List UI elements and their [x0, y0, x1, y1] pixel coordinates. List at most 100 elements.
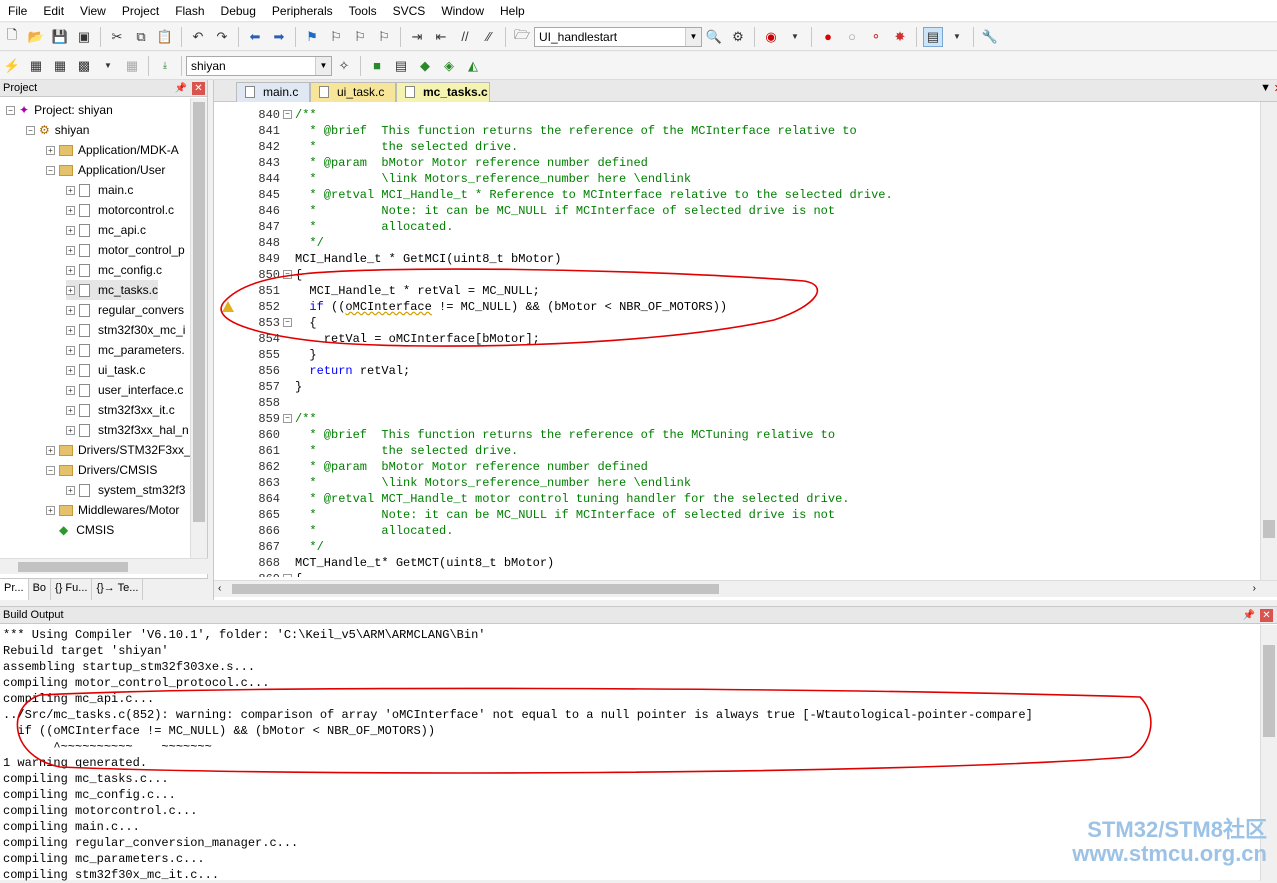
panel-tab-3[interactable]: {}→ Te... [92, 579, 144, 600]
panel-tab-2[interactable]: {} Fu... [51, 579, 93, 600]
tree-file[interactable]: + regular_convers [66, 300, 184, 320]
nav-back-icon[interactable]: ⬅ [245, 27, 265, 47]
scroll-left-icon[interactable]: ‹ [218, 583, 221, 594]
tree-file[interactable]: + mc_config.c [66, 260, 162, 280]
expand-icon[interactable]: + [46, 145, 55, 155]
menu-item-file[interactable]: File [0, 0, 35, 22]
expand-icon[interactable]: + [66, 305, 75, 315]
menu-item-project[interactable]: Project [114, 0, 167, 22]
tree-folder[interactable]: + Drivers/STM32F3xx_ [46, 440, 190, 460]
tab-mc_tasks-c[interactable]: mc_tasks.c [396, 82, 490, 102]
fold-marker-icon[interactable]: − [283, 110, 292, 119]
vertical-scrollbar[interactable] [190, 98, 207, 558]
pack-installer-icon[interactable]: ◈ [439, 56, 459, 76]
collapse-icon[interactable]: − [46, 165, 55, 175]
kill-breakpoints-icon[interactable]: ✸ [890, 27, 910, 47]
debug-session-icon[interactable]: ◉ [761, 27, 781, 47]
chevron-down-icon[interactable]: ▼ [685, 27, 701, 46]
window-layout-icon[interactable]: ▤ [923, 26, 943, 47]
scrollbar-thumb[interactable] [193, 102, 205, 522]
bookmark-icon[interactable]: ⚑ [302, 27, 322, 47]
nav-forward-icon[interactable]: ➡ [269, 27, 289, 47]
fold-marker-icon[interactable]: − [283, 270, 292, 279]
function-combo[interactable]: UI_handlestart ▼ [534, 26, 702, 47]
unindent-icon[interactable]: ⇤ [431, 27, 451, 47]
horizontal-scrollbar[interactable] [0, 558, 208, 574]
expand-icon[interactable]: + [66, 485, 75, 495]
expand-icon[interactable]: + [66, 385, 75, 395]
fold-marker-icon[interactable]: − [283, 318, 292, 327]
tree-file[interactable]: + stm32f30x_mc_i [66, 320, 185, 340]
configure-icon[interactable]: ⚙ [728, 27, 748, 47]
dropdown-arrow-icon[interactable]: ▼ [947, 27, 967, 47]
save-icon[interactable]: 💾 [50, 27, 70, 47]
open-file-icon[interactable]: 📂 [26, 27, 46, 47]
menu-item-tools[interactable]: Tools [341, 0, 385, 22]
translate-icon[interactable]: ⚡ [2, 56, 22, 76]
collapse-icon[interactable]: − [46, 465, 55, 475]
expand-icon[interactable]: + [66, 225, 75, 235]
comment-icon[interactable]: // [455, 27, 475, 47]
tree-file[interactable]: ◆ CMSIS [46, 520, 114, 540]
clear-bookmarks-icon[interactable]: ⚐ [374, 27, 394, 47]
chevron-down-icon[interactable]: ▼ [315, 56, 331, 75]
scrollbar-thumb[interactable] [1263, 645, 1275, 737]
pin-icon[interactable]: 📌 [1243, 607, 1255, 624]
build-output-text[interactable]: *** Using Compiler 'V6.10.1', folder: 'C… [3, 627, 1033, 883]
tree-file[interactable]: + system_stm32f3 [66, 480, 185, 500]
disable-all-breakpoints-icon[interactable]: ⚬ [866, 27, 886, 47]
expand-icon[interactable]: + [66, 205, 75, 215]
expand-icon[interactable]: + [66, 365, 75, 375]
expand-icon[interactable]: + [66, 425, 75, 435]
tree-root[interactable]: − ✦ Project: shiyan [6, 100, 113, 120]
manage-project-icon[interactable]: ■ [367, 56, 387, 76]
new-file-icon[interactable]: 🗋 [2, 27, 22, 47]
save-all-icon[interactable]: ▣ [74, 27, 94, 47]
expand-icon[interactable]: + [66, 345, 75, 355]
menu-item-window[interactable]: Window [433, 0, 492, 22]
menu-item-view[interactable]: View [72, 0, 114, 22]
scrollbar-thumb[interactable] [1263, 520, 1275, 538]
code-area[interactable]: 840−/** 841 * @brief This function return… [214, 105, 1260, 577]
build-icon[interactable]: ▦ [26, 56, 46, 76]
find-in-files-icon[interactable]: 🗁 [512, 27, 532, 47]
tree-file[interactable]: + motorcontrol.c [66, 200, 174, 220]
expand-icon[interactable]: + [66, 405, 75, 415]
uncomment-icon[interactable]: ∕∕ [479, 27, 499, 47]
close-icon[interactable]: ✕ [1260, 609, 1273, 622]
paste-icon[interactable]: 📋 [155, 27, 175, 47]
next-bookmark-icon[interactable]: ⚐ [350, 27, 370, 47]
tree-file[interactable]: + motor_control_p [66, 240, 185, 260]
vertical-scrollbar[interactable] [1260, 102, 1277, 580]
cut-icon[interactable]: ✂ [107, 27, 127, 47]
find-icon[interactable]: 🔍 [704, 27, 724, 47]
horizontal-scrollbar[interactable]: ‹ › [214, 580, 1277, 597]
tab-list-dropdown-icon[interactable]: ▼ [1260, 82, 1271, 94]
expand-icon[interactable]: + [46, 505, 55, 515]
collapse-icon[interactable]: − [26, 125, 35, 135]
wrench-icon[interactable]: 🔧 [980, 27, 1000, 47]
indent-icon[interactable]: ⇥ [407, 27, 427, 47]
software-packs-icon[interactable]: ◭ [463, 56, 483, 76]
tree-folder[interactable]: − Drivers/CMSIS [46, 460, 157, 480]
dropdown-arrow-icon[interactable]: ▼ [785, 27, 805, 47]
expand-icon[interactable]: + [66, 325, 75, 335]
load-icon[interactable]: ⤓ [155, 56, 175, 76]
target-combo[interactable]: shiyan ▼ [186, 55, 332, 76]
tab-main-c[interactable]: main.c [236, 82, 310, 102]
tab-ui_task-c[interactable]: ui_task.c [310, 82, 396, 102]
menu-item-peripherals[interactable]: Peripherals [264, 0, 341, 22]
batch-build-icon[interactable]: ▩ [74, 56, 94, 76]
fold-marker-icon[interactable]: − [283, 414, 292, 423]
scrollbar-thumb[interactable] [18, 562, 128, 572]
scrollbar-thumb[interactable] [232, 584, 719, 594]
select-packs-icon[interactable]: ▤ [391, 56, 411, 76]
tree-file[interactable]: + user_interface.c [66, 380, 183, 400]
tree-file[interactable]: + main.c [66, 180, 133, 200]
dropdown-arrow-icon[interactable]: ▼ [98, 56, 118, 76]
undo-icon[interactable]: ↶ [188, 27, 208, 47]
expand-icon[interactable]: + [66, 265, 75, 275]
tree-file[interactable]: + stm32f3xx_hal_n [66, 420, 189, 440]
breakpoint-icon[interactable]: ● [818, 27, 838, 47]
tree-folder[interactable]: + Application/MDK-A [46, 140, 179, 160]
